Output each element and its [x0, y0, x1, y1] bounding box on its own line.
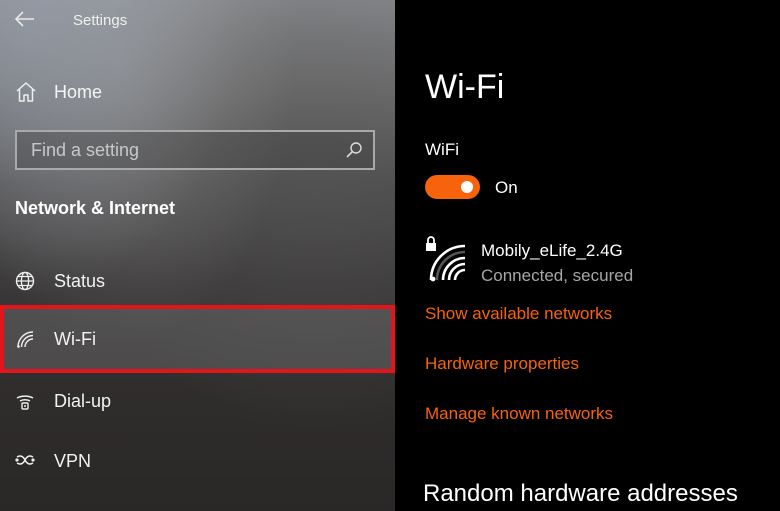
- globe-icon: [15, 271, 35, 291]
- sidebar-item-status[interactable]: Status: [0, 251, 395, 311]
- wifi-toggle-label: WiFi: [425, 140, 459, 159]
- vpn-icon: [15, 455, 35, 465]
- page-title: Wi-Fi: [425, 68, 505, 106]
- connected-network[interactable]: Mobily_eLife_2.4G Connected, secured: [425, 236, 765, 292]
- window-title: Settings: [73, 12, 128, 29]
- home-icon: [16, 82, 36, 102]
- sidebar-item-wifi[interactable]: Wi-Fi: [0, 309, 395, 369]
- back-arrow-icon[interactable]: [14, 9, 36, 29]
- network-name: Mobily_eLife_2.4G: [481, 241, 623, 260]
- sidebar-item-vpn[interactable]: VPN: [0, 431, 395, 491]
- show-available-networks-link[interactable]: Show available networks: [425, 304, 612, 324]
- home-nav-item[interactable]: Home: [14, 78, 102, 106]
- manage-known-networks-link[interactable]: Manage known networks: [425, 404, 613, 424]
- search-box[interactable]: [15, 130, 375, 170]
- network-status: Connected, secured: [481, 266, 634, 285]
- toggle-knob: [461, 181, 473, 193]
- wifi-toggle[interactable]: [425, 175, 480, 199]
- sidebar-item-label: Status: [54, 270, 106, 291]
- hardware-properties-link[interactable]: Hardware properties: [425, 354, 579, 374]
- sidebar-item-label: Wi-Fi: [54, 328, 96, 349]
- sidebar-item-label: VPN: [54, 450, 92, 471]
- search-input[interactable]: [17, 132, 337, 168]
- sidebar-item-dialup[interactable]: Dial-up: [0, 371, 395, 431]
- secured-wifi-icon: [426, 236, 466, 282]
- home-label: Home: [54, 81, 103, 102]
- section-heading: Network & Internet: [15, 198, 176, 218]
- sidebar: Settings Home Network & Internet Status …: [0, 0, 395, 511]
- dialup-icon: [16, 395, 34, 410]
- wifi-icon: [17, 331, 34, 348]
- random-hardware-addresses-heading: Random hardware addresses: [423, 480, 738, 507]
- search-icon[interactable]: [345, 141, 363, 159]
- sidebar-item-label: Dial-up: [54, 390, 112, 411]
- main-content: Wi-Fi WiFi On Mobily_eLife_2.4G Connecte…: [395, 0, 780, 511]
- toggle-state-label: On: [495, 178, 518, 197]
